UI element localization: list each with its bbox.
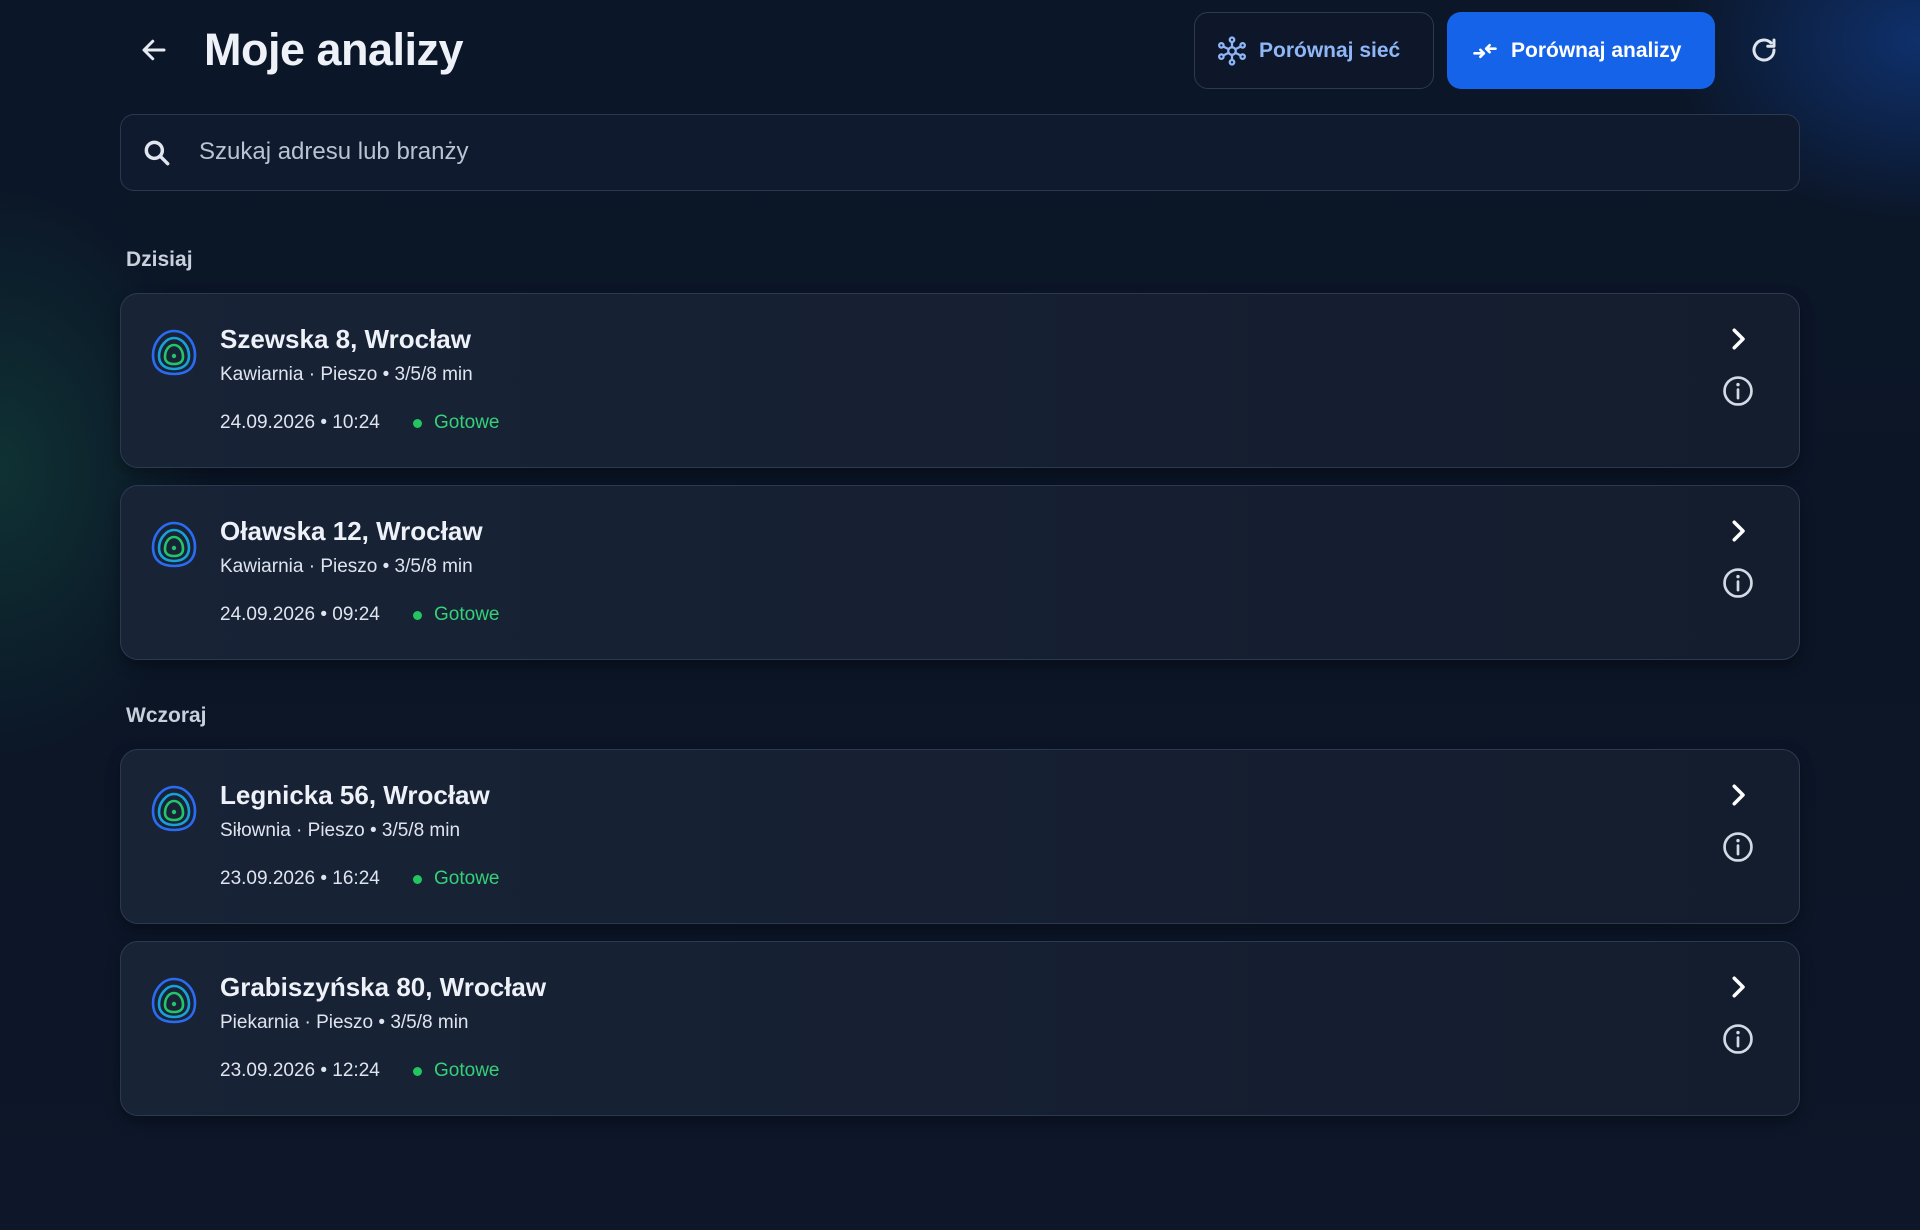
card-datetime: 24.09.2026 • 09:24 <box>220 604 380 625</box>
chevron-right-icon[interactable] <box>1723 516 1753 546</box>
compare-network-label: Porównaj sieć <box>1259 38 1401 62</box>
card-details: Piekarnia · Pieszo • 3/5/8 min <box>220 1012 469 1033</box>
status-dot <box>413 418 422 428</box>
card-details: Siłownia · Pieszo • 3/5/8 min <box>220 820 461 841</box>
back-button[interactable] <box>132 28 176 72</box>
status-dot <box>413 610 422 620</box>
compare-network-button[interactable]: Porównaj sieć <box>1194 12 1434 89</box>
isochrone-map-icon <box>151 521 197 568</box>
group-title-today: Dzisiaj <box>126 248 193 271</box>
info-icon[interactable] <box>1721 1022 1755 1056</box>
chevron-right-icon[interactable] <box>1723 780 1753 810</box>
chevron-right-icon[interactable] <box>1723 972 1753 1002</box>
card-datetime: 23.09.2026 • 12:24 <box>220 1060 380 1081</box>
isochrone-map-icon <box>151 329 197 376</box>
card-address: Oławska 12, Wrocław <box>220 516 483 546</box>
refresh-icon <box>1752 38 1776 62</box>
status-text: Gotowe <box>434 604 500 625</box>
compare-arrows-icon <box>1473 43 1497 58</box>
search-icon <box>144 140 170 166</box>
search-box <box>120 114 1800 191</box>
status-badge: Gotowe <box>413 412 499 434</box>
card-details: Kawiarnia · Pieszo • 3/5/8 min <box>220 364 473 385</box>
arrow-left-icon <box>142 39 166 61</box>
header-bar: Moje analizy Porównaj sieć Porównaj anal… <box>0 0 1920 102</box>
status-dot <box>413 874 422 884</box>
isochrone-map-icon <box>151 785 197 832</box>
compare-analyses-label: Porównaj analizy <box>1511 38 1682 62</box>
card-details: Kawiarnia · Pieszo • 3/5/8 min <box>220 556 473 577</box>
card-datetime: 24.09.2026 • 10:24 <box>220 412 380 433</box>
status-badge: Gotowe <box>413 1060 499 1082</box>
network-icon <box>1218 35 1247 66</box>
info-icon[interactable] <box>1721 374 1755 408</box>
card-address: Grabiszyńska 80, Wrocław <box>220 972 547 1002</box>
analysis-card[interactable]: Oławska 12, Wrocław Kawiarnia · Pieszo •… <box>120 485 1800 660</box>
group-title-yesterday: Wczoraj <box>126 704 207 727</box>
status-text: Gotowe <box>434 412 500 433</box>
status-dot <box>413 1066 422 1076</box>
status-text: Gotowe <box>434 1060 500 1081</box>
analysis-card[interactable]: Szewska 8, Wrocław Kawiarnia · Pieszo • … <box>120 293 1800 468</box>
status-badge: Gotowe <box>413 604 499 626</box>
chevron-right-icon[interactable] <box>1723 324 1753 354</box>
status-badge: Gotowe <box>413 868 499 890</box>
card-datetime: 23.09.2026 • 16:24 <box>220 868 380 889</box>
info-icon[interactable] <box>1721 566 1755 600</box>
analysis-card[interactable]: Grabiszyńska 80, Wrocław Piekarnia · Pie… <box>120 941 1800 1116</box>
refresh-button[interactable] <box>1744 30 1784 70</box>
status-text: Gotowe <box>434 868 500 889</box>
analysis-card[interactable]: Legnicka 56, Wrocław Siłownia · Pieszo •… <box>120 749 1800 924</box>
compare-analyses-button[interactable]: Porównaj analizy <box>1447 12 1715 89</box>
page-title: Moje analizy <box>204 24 464 75</box>
card-address: Legnicka 56, Wrocław <box>220 780 490 810</box>
search-input[interactable] <box>199 115 1779 189</box>
isochrone-map-icon <box>151 977 197 1024</box>
info-icon[interactable] <box>1721 830 1755 864</box>
card-address: Szewska 8, Wrocław <box>220 324 471 354</box>
